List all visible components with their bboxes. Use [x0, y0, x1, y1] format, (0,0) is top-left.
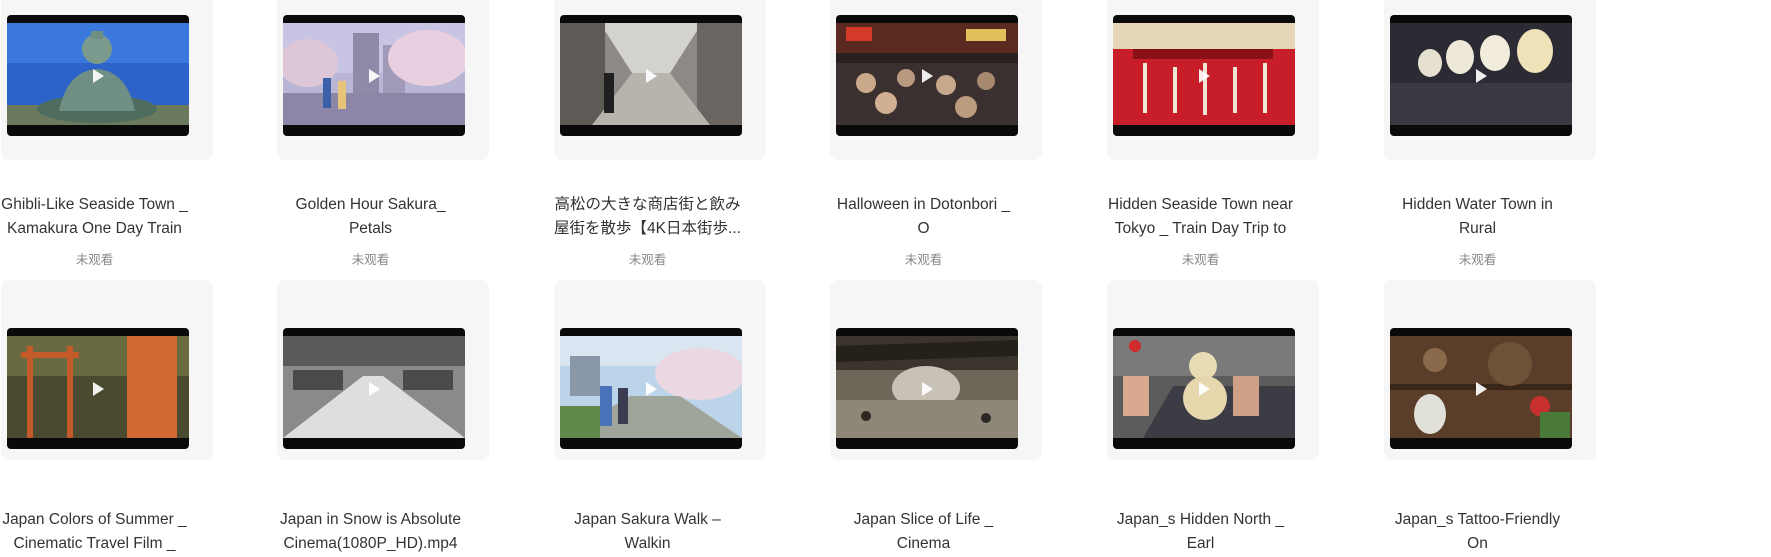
play-icon[interactable]	[1476, 381, 1487, 396]
video-title[interactable]: Hidden Seaside Town near Tokyo _ Train D…	[1107, 193, 1294, 241]
watch-status: 未观看	[1458, 253, 1497, 267]
video-thumbnail[interactable]	[1113, 15, 1295, 136]
watch-status: 未观看	[904, 253, 943, 267]
video-thumbnail[interactable]	[836, 328, 1018, 449]
video-thumbnail[interactable]	[1390, 328, 1572, 449]
video-title[interactable]: Japan Sakura Walk – Walkin g Through Che…	[554, 508, 741, 556]
video-title[interactable]: Japan in Snow is Absolute Cinema(1080P_H…	[277, 508, 464, 556]
play-icon[interactable]	[93, 381, 104, 396]
video-thumbnail[interactable]	[7, 328, 189, 449]
video-thumbnail[interactable]	[7, 15, 189, 136]
play-icon[interactable]	[1199, 381, 1210, 396]
video-title[interactable]: Halloween in Dotonbori _ O saka_s Crazie…	[830, 193, 1017, 241]
video-title[interactable]: Ghibli-Like Seaside Town _ Kamakura One …	[1, 193, 188, 241]
video-title[interactable]: Japan Colors of Summer _ Cinematic Trave…	[1, 508, 188, 556]
video-thumbnail[interactable]	[836, 15, 1018, 136]
play-icon[interactable]	[369, 68, 380, 83]
watch-status: 未观看	[351, 253, 390, 267]
watch-status: 未观看	[75, 253, 114, 267]
video-thumbnail[interactable]	[1113, 328, 1295, 449]
video-title[interactable]: Hidden Water Town in Rural Japan _ Local…	[1384, 193, 1571, 241]
play-icon[interactable]	[1199, 68, 1210, 83]
video-thumbnail[interactable]	[560, 328, 742, 449]
watch-status: 未观看	[1181, 253, 1220, 267]
play-icon[interactable]	[1476, 68, 1487, 83]
video-thumbnail[interactable]	[283, 15, 465, 136]
video-thumbnail[interactable]	[560, 15, 742, 136]
play-icon[interactable]	[922, 381, 933, 396]
video-title[interactable]: Japan Slice of Life _ Cinema tic Travel …	[830, 508, 1017, 556]
video-title[interactable]: Golden Hour Sakura_ Petals Falling at Su…	[277, 193, 464, 241]
video-title[interactable]: Japan_s Tattoo-Friendly On sen Town _ Wi…	[1384, 508, 1571, 556]
play-icon[interactable]	[646, 381, 657, 396]
play-icon[interactable]	[93, 68, 104, 83]
video-title[interactable]: 高松の大きな商店街と飲み 屋街を散歩【4K日本街歩...	[554, 193, 741, 241]
play-icon[interactable]	[646, 68, 657, 83]
play-icon[interactable]	[369, 381, 380, 396]
video-thumbnail[interactable]	[1390, 15, 1572, 136]
watch-status: 未观看	[628, 253, 667, 267]
play-icon[interactable]	[922, 68, 933, 83]
video-title[interactable]: Japan_s Hidden North _ Earl y Autumn Tri…	[1107, 508, 1294, 556]
video-thumbnail[interactable]	[283, 328, 465, 449]
